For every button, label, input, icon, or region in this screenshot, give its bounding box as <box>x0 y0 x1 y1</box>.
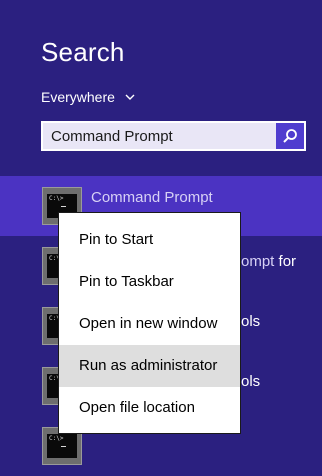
context-menu: Pin to Start Pin to Taskbar Open in new … <box>58 212 241 434</box>
search-icon <box>283 129 297 143</box>
search-box <box>41 121 306 151</box>
menu-item-run-as-administrator[interactable]: Run as administrator <box>59 345 240 387</box>
result-label: Command Prompt <box>91 189 213 206</box>
search-scope-dropdown[interactable]: Everywhere <box>41 89 136 105</box>
menu-item-pin-to-start[interactable]: Pin to Start <box>59 219 240 261</box>
result-label-partial: ols <box>241 373 261 390</box>
search-scope-label: Everywhere <box>41 89 115 105</box>
result-label-partial: ols <box>241 313 261 330</box>
search-title: Search <box>41 37 125 67</box>
result-label-partial: ompt for <box>241 253 297 270</box>
search-button[interactable] <box>276 123 304 149</box>
menu-item-open-in-new-window[interactable]: Open in new window <box>59 303 240 345</box>
chevron-down-icon <box>125 94 135 100</box>
menu-item-open-file-location[interactable]: Open file location <box>59 387 240 429</box>
menu-item-pin-to-taskbar[interactable]: Pin to Taskbar <box>59 261 240 303</box>
search-input[interactable] <box>43 123 276 149</box>
